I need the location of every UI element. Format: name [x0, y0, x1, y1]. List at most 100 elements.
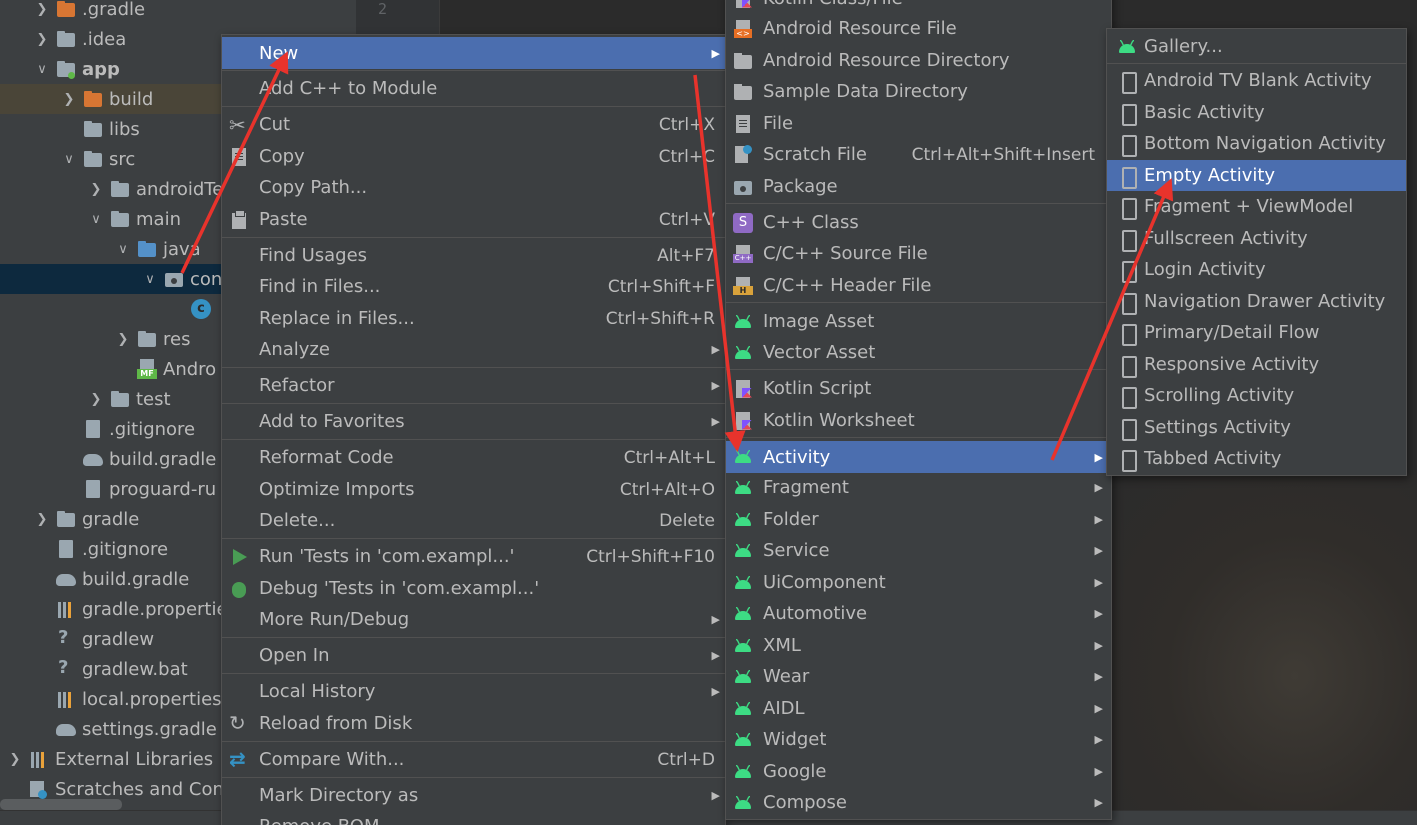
menu-item-kotlin-script[interactable]: Kotlin Script: [726, 373, 1111, 404]
menu-item-reload-from-disk[interactable]: Reload from Disk: [222, 708, 725, 739]
menu-item-compose[interactable]: Compose ▶: [726, 787, 1111, 818]
menu-item-automotive[interactable]: Automotive ▶: [726, 598, 1111, 629]
chevron-down-icon[interactable]: ∨: [142, 272, 158, 287]
gitignore-icon: [83, 419, 103, 439]
menu-item-c-class[interactable]: C++ Class: [726, 207, 1111, 238]
chevron-right-icon[interactable]: ❯: [34, 32, 50, 47]
menu-item-aidl[interactable]: AIDL ▶: [726, 693, 1111, 724]
menu-item-uicomponent[interactable]: UiComponent ▶: [726, 567, 1111, 598]
chevron-down-icon[interactable]: ∨: [88, 212, 104, 227]
menu-item-sample-data-directory[interactable]: Sample Data Directory: [726, 76, 1111, 107]
menu-item-fragment-viewmodel[interactable]: Fragment + ViewModel: [1107, 191, 1406, 222]
chevron-down-icon[interactable]: ∨: [34, 62, 50, 77]
menu-item-navigation-drawer-activity[interactable]: Navigation Drawer Activity: [1107, 286, 1406, 317]
menu-item-open-in[interactable]: Open In ▶: [222, 640, 725, 671]
menu-item-scratch-file[interactable]: Scratch File Ctrl+Alt+Shift+Insert: [726, 139, 1111, 170]
menu-item-paste[interactable]: Paste Ctrl+V: [222, 204, 725, 235]
device-icon: [1117, 386, 1137, 409]
gradle-elephant-icon: [56, 569, 76, 589]
tree-item-gradle[interactable]: ❯ .gradle: [0, 0, 356, 24]
tree-horizontal-scrollbar[interactable]: [0, 799, 122, 810]
menu-item-google[interactable]: Google ▶: [726, 756, 1111, 787]
chevron-right-icon[interactable]: ❯: [34, 512, 50, 527]
menu-item-replace-in-files[interactable]: Replace in Files... Ctrl+Shift+R: [222, 303, 725, 334]
menu-item-responsive-activity[interactable]: Responsive Activity: [1107, 349, 1406, 380]
menu-item-empty-activity[interactable]: Empty Activity: [1107, 160, 1406, 191]
menu-item-optimize-imports[interactable]: Optimize Imports Ctrl+Alt+O: [222, 474, 725, 505]
menu-item-basic-activity[interactable]: Basic Activity: [1107, 97, 1406, 128]
menu-item-widget[interactable]: Widget ▶: [726, 724, 1111, 755]
menu-item-reformat-code[interactable]: Reformat Code Ctrl+Alt+L: [222, 442, 725, 473]
menu-item-local-history[interactable]: Local History ▶: [222, 676, 725, 707]
menu-item-gallery[interactable]: Gallery...: [1107, 31, 1406, 62]
android-icon: [733, 793, 753, 813]
menu-item-copy-path[interactable]: Copy Path...: [222, 172, 725, 203]
menu-item-analyze[interactable]: Analyze ▶: [222, 334, 725, 365]
chevron-right-icon[interactable]: ❯: [115, 332, 131, 347]
chevron-right-icon[interactable]: ❯: [34, 2, 50, 17]
menu-item-package[interactable]: Package: [726, 171, 1111, 202]
menu-item-service[interactable]: Service ▶: [726, 535, 1111, 566]
menu-item-cut[interactable]: Cut Ctrl+X: [222, 109, 725, 140]
menu-item-fragment[interactable]: Fragment ▶: [726, 472, 1111, 503]
menu-item-shortcut: Ctrl+Alt+Shift+Insert: [911, 144, 1095, 165]
menu-item-android-resource-directory[interactable]: Android Resource Directory: [726, 45, 1111, 76]
menu-item-label: Mark Directory as: [259, 785, 419, 806]
submenu-arrow-icon: ▶: [1094, 639, 1103, 652]
menu-item-add-to-favorites[interactable]: Add to Favorites ▶: [222, 406, 725, 437]
menu-item-kotlin-class-file[interactable]: Kotlin Class/File: [726, 0, 1111, 14]
menu-item-mark-directory-as[interactable]: Mark Directory as ▶: [222, 780, 725, 811]
menu-item-android-resource-file[interactable]: Android Resource File: [726, 13, 1111, 44]
menu-item-debug-tests-in-com-exampl[interactable]: Debug 'Tests in 'com.exampl...': [222, 573, 725, 604]
menu-item-find-in-files[interactable]: Find in Files... Ctrl+Shift+F: [222, 271, 725, 302]
tree-item-label: .idea: [82, 28, 127, 50]
chevron-right-icon[interactable]: ❯: [88, 392, 104, 407]
menu-item-run-tests-in-com-exampl[interactable]: Run 'Tests in 'com.exampl...' Ctrl+Shift+…: [222, 541, 725, 572]
device-icon: [1117, 323, 1137, 346]
menu-item-settings-activity[interactable]: Settings Activity: [1107, 412, 1406, 443]
android-icon: [733, 312, 753, 332]
menu-item-add-c-to-module[interactable]: Add C++ to Module: [222, 73, 725, 104]
submenu-arrow-icon: ▶: [1094, 765, 1103, 778]
menu-item-more-run-debug[interactable]: More Run/Debug ▶: [222, 604, 725, 635]
folder-icon: [110, 209, 130, 229]
menu-item-login-activity[interactable]: Login Activity: [1107, 254, 1406, 285]
chevron-right-icon[interactable]: ❯: [7, 752, 23, 767]
folder-icon: [83, 149, 103, 169]
menu-item-copy[interactable]: Copy Ctrl+C: [222, 141, 725, 172]
menu-item-remove-bom[interactable]: Remove BOM: [222, 811, 725, 825]
menu-item-file[interactable]: File: [726, 108, 1111, 139]
menu-item-c-c-header-file[interactable]: C/C++ Header File: [726, 270, 1111, 301]
menu-item-activity[interactable]: Activity ▶: [726, 441, 1111, 473]
menu-item-new[interactable]: New ▶: [222, 37, 725, 69]
menu-item-refactor[interactable]: Refactor ▶: [222, 370, 725, 401]
menu-item-vector-asset[interactable]: Vector Asset: [726, 337, 1111, 368]
menu-item-kotlin-worksheet[interactable]: Kotlin Worksheet: [726, 405, 1111, 436]
menu-item-image-asset[interactable]: Image Asset: [726, 306, 1111, 337]
menu-item-xml[interactable]: XML ▶: [726, 630, 1111, 661]
menu-item-primary-detail-flow[interactable]: Primary/Detail Flow: [1107, 317, 1406, 348]
menu-item-compare-with[interactable]: Compare With... Ctrl+D: [222, 744, 725, 775]
folder-orange-icon: [83, 89, 103, 109]
chevron-right-icon[interactable]: ❯: [88, 182, 104, 197]
menu-item-bottom-navigation-activity[interactable]: Bottom Navigation Activity: [1107, 128, 1406, 159]
menu-item-scrolling-activity[interactable]: Scrolling Activity: [1107, 380, 1406, 411]
menu-item-label: Remove BOM: [259, 816, 380, 825]
menu-item-folder[interactable]: Folder ▶: [726, 504, 1111, 535]
kotlin-file-icon: [733, 411, 753, 431]
menu-item-wear[interactable]: Wear ▶: [726, 661, 1111, 692]
scratches-icon: [29, 779, 49, 799]
chevron-down-icon[interactable]: ∨: [115, 242, 131, 257]
menu-item-label: Run 'Tests in 'com.exampl...': [259, 546, 515, 567]
menu-item-tabbed-activity[interactable]: Tabbed Activity: [1107, 443, 1406, 474]
menu-item-c-c-source-file[interactable]: C/C++ Source File: [726, 238, 1111, 269]
submenu-arrow-icon: ▶: [711, 613, 720, 626]
chevron-right-icon[interactable]: ❯: [61, 92, 77, 107]
chevron-down-icon[interactable]: ∨: [61, 152, 77, 167]
menu-item-delete[interactable]: Delete... Delete: [222, 505, 725, 536]
tree-item-label: gradle: [82, 508, 140, 530]
menu-item-android-tv-blank-activity[interactable]: Android TV Blank Activity: [1107, 65, 1406, 96]
tree-item-label: src: [109, 148, 136, 170]
menu-item-find-usages[interactable]: Find Usages Alt+F7: [222, 240, 725, 271]
menu-item-fullscreen-activity[interactable]: Fullscreen Activity: [1107, 223, 1406, 254]
